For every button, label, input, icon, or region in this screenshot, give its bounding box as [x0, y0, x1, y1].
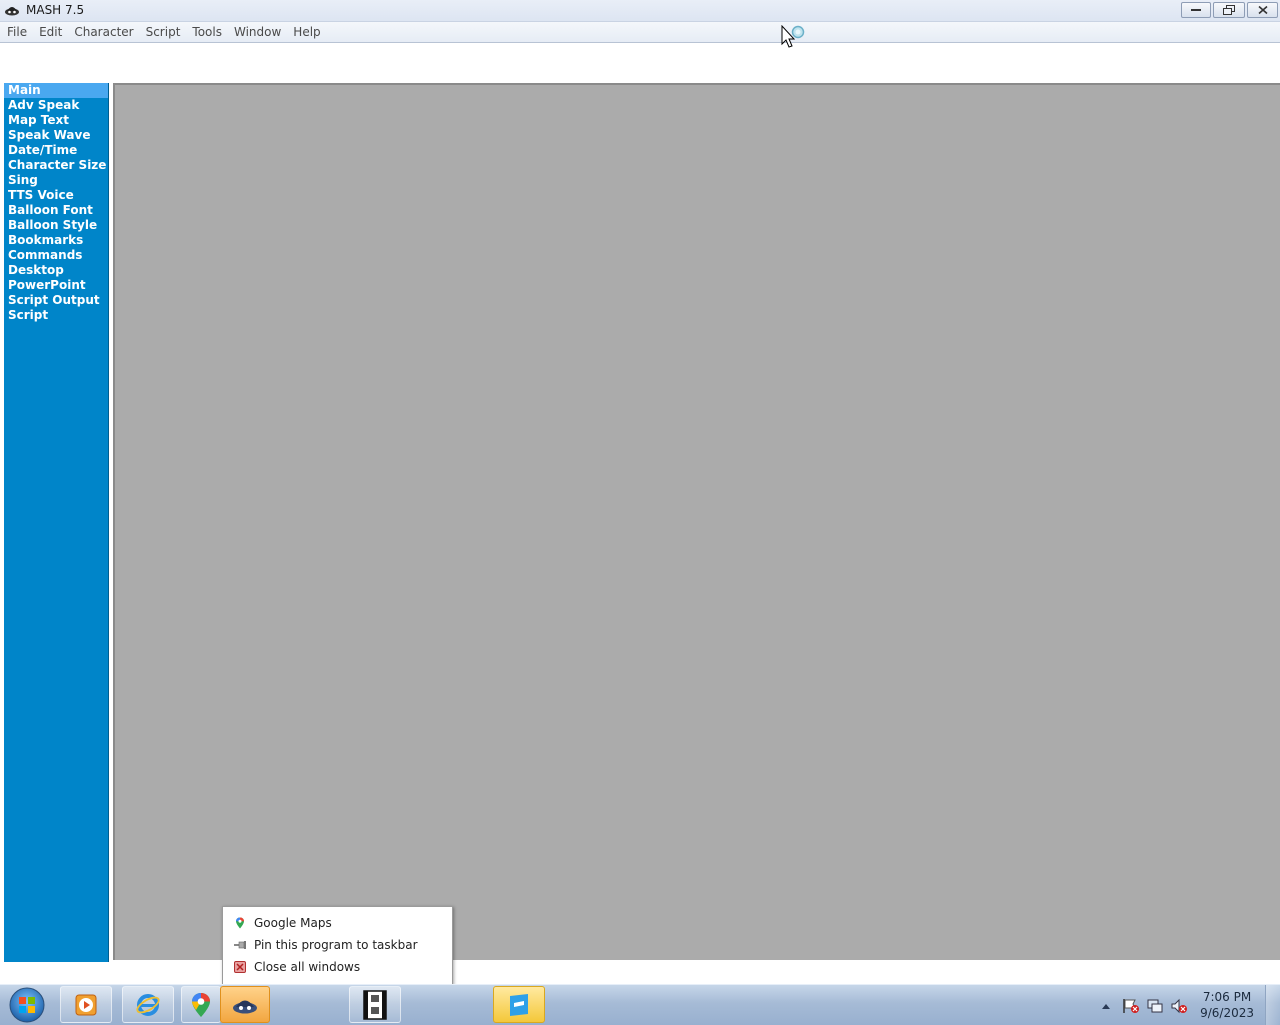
- minimize-button[interactable]: [1181, 2, 1211, 18]
- menu-script[interactable]: Script: [140, 22, 187, 42]
- menu-window[interactable]: Window: [228, 22, 287, 42]
- jumplist-item-pin[interactable]: Pin this program to taskbar: [223, 934, 452, 956]
- jumplist-item-google-maps[interactable]: Google Maps: [223, 912, 452, 934]
- jumplist-label: Pin this program to taskbar: [254, 938, 418, 952]
- show-desktop-button[interactable]: [1265, 985, 1280, 1025]
- roblox-studio-icon: [510, 993, 528, 1016]
- restore-icon: [1223, 5, 1235, 15]
- sidebar-nav: Main Adv Speak Map Text Speak Wave Date/…: [4, 83, 109, 962]
- volume-muted-icon[interactable]: [1170, 998, 1188, 1014]
- close-icon: [1257, 5, 1268, 15]
- minimize-icon: [1191, 9, 1201, 11]
- network-icon[interactable]: [1146, 998, 1164, 1014]
- clock-date: 9/6/2023: [1200, 1006, 1254, 1020]
- menu-bar: File Edit Character Script Tools Window Help: [0, 22, 1280, 43]
- sidebar-item-commands[interactable]: Commands: [4, 248, 108, 263]
- sidebar-item-map-text[interactable]: Map Text: [4, 113, 108, 128]
- mash-app-icon[interactable]: [4, 3, 20, 17]
- taskbar-internet-explorer[interactable]: [122, 986, 174, 1023]
- pin-icon: [234, 941, 246, 949]
- sidebar-item-balloon-style[interactable]: Balloon Style: [4, 218, 108, 233]
- jumplist-label: Google Maps: [254, 916, 332, 930]
- taskbar-google-maps[interactable]: [181, 986, 221, 1023]
- taskbar-mash-active[interactable]: [220, 986, 270, 1023]
- sidebar-item-adv-speak[interactable]: Adv Speak: [4, 98, 108, 113]
- jumplist-item-close-all[interactable]: Close all windows: [223, 956, 452, 978]
- taskbar-clock[interactable]: 7:06 PM 9/6/2023: [1200, 989, 1254, 1021]
- sidebar-item-powerpoint[interactable]: PowerPoint: [4, 278, 108, 293]
- restore-button[interactable]: [1213, 2, 1245, 18]
- close-windows-icon: [234, 961, 246, 973]
- window-title: MASH 7.5: [26, 3, 85, 17]
- sidebar-item-desktop[interactable]: Desktop: [4, 263, 108, 278]
- taskbar: 7:06 PM 9/6/2023: [0, 984, 1280, 1025]
- sidebar-item-script-output[interactable]: Script Output: [4, 293, 108, 308]
- mash-app-icon: [233, 1000, 257, 1013]
- clock-time: 7:06 PM: [1202, 990, 1252, 1004]
- taskbar-media-player[interactable]: [60, 986, 112, 1023]
- busy-cursor-icon: [781, 25, 805, 48]
- sidebar-item-script[interactable]: Script: [4, 308, 108, 323]
- menu-character[interactable]: Character: [68, 22, 139, 42]
- sidebar-item-bookmarks[interactable]: Bookmarks: [4, 233, 108, 248]
- film-strip-icon: [363, 989, 387, 1020]
- show-hidden-icons-icon[interactable]: [1101, 1002, 1111, 1010]
- menu-help[interactable]: Help: [287, 22, 326, 42]
- action-center-flag-icon[interactable]: [1122, 998, 1140, 1014]
- close-button[interactable]: [1247, 2, 1278, 18]
- taskbar-jump-list: Google Maps Pin this program to taskbar …: [222, 906, 453, 985]
- menu-file[interactable]: File: [0, 22, 33, 42]
- taskbar-film-app[interactable]: [349, 986, 401, 1023]
- title-bar: MASH 7.5: [0, 0, 1280, 22]
- google-maps-icon: [236, 917, 244, 929]
- sidebar-item-sing[interactable]: Sing: [4, 173, 108, 188]
- sidebar-item-character-size[interactable]: Character Size: [4, 158, 108, 173]
- sidebar-item-main[interactable]: Main: [4, 83, 108, 98]
- sidebar-item-balloon-font[interactable]: Balloon Font: [4, 203, 108, 218]
- menu-tools[interactable]: Tools: [186, 22, 228, 42]
- internet-explorer-icon: [136, 993, 160, 1016]
- jumplist-label: Close all windows: [254, 960, 361, 974]
- sidebar-item-date-time[interactable]: Date/Time: [4, 143, 108, 158]
- sidebar-item-tts-voice[interactable]: TTS Voice: [4, 188, 108, 203]
- google-maps-icon: [192, 992, 210, 1017]
- main-workspace[interactable]: [113, 83, 1280, 960]
- media-player-icon: [75, 994, 97, 1015]
- toolbar-area: [0, 43, 1280, 82]
- sidebar-item-speak-wave[interactable]: Speak Wave: [4, 128, 108, 143]
- taskbar-roblox-studio[interactable]: [493, 986, 545, 1023]
- start-orb-icon[interactable]: [7, 985, 47, 1025]
- menu-edit[interactable]: Edit: [33, 22, 68, 42]
